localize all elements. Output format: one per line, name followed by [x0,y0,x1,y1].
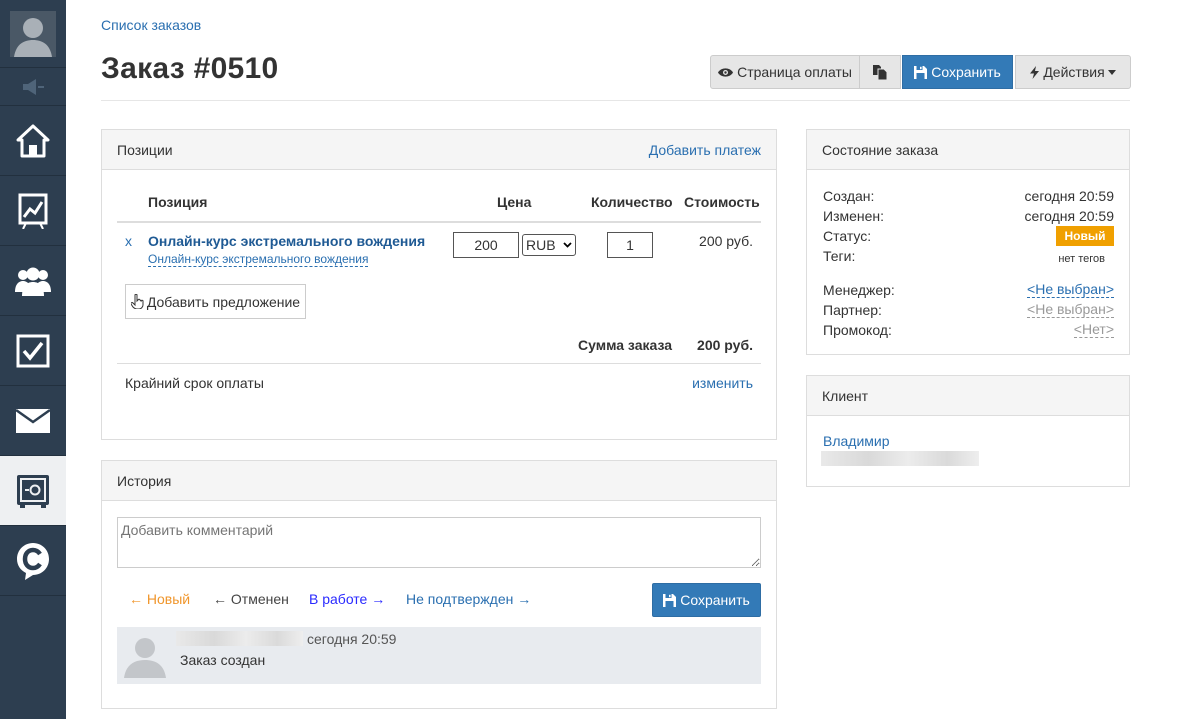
copy-button[interactable] [860,55,901,89]
history-save-button[interactable]: Сохранить [652,583,761,617]
status-badge[interactable]: Новый [1056,226,1114,246]
hand-pointer-icon [130,294,144,309]
remove-position-button[interactable]: x [125,233,132,249]
client-title: Клиент [822,387,869,404]
chart-icon [18,193,48,229]
add-offer-button[interactable]: Добавить предложение [125,284,306,319]
mail-icon [16,408,50,433]
chevron-down-icon [563,242,572,248]
history-save-label: Сохранить [680,592,750,608]
quantity-input[interactable]: 1 [607,232,653,258]
c-logo-icon [17,542,49,580]
payment-deadline-label: Крайний срок оплаты [125,375,264,391]
changed-label: Изменен: [823,208,885,224]
floppy-icon [914,65,928,79]
sidebar [0,0,66,719]
header-toolbar: Страница оплаты Сохранить Действия [710,55,1131,89]
changed-value: сегодня 20:59 [1024,208,1114,224]
status-in-work-link[interactable]: В работе → [309,591,385,607]
position-name-link[interactable]: Онлайн-курс экстремального вождения [148,233,425,249]
breadcrumb-orders-list[interactable]: Список заказов [101,17,201,33]
order-state-header: Состояние заказа [807,130,1129,170]
sidebar-item-brand[interactable] [0,526,66,596]
tags-label: Теги: [823,248,856,264]
change-deadline-link[interactable]: изменить [692,375,753,391]
column-quantity: Количество [591,194,673,210]
client-contact-redacted [821,451,979,466]
user-avatar-icon [10,10,56,57]
partner-label: Партнер: [823,302,882,318]
sidebar-item-tasks[interactable] [0,316,66,386]
position-cost: 200 руб. [699,233,753,249]
history-entry: сегодня 20:59 Заказ создан [117,627,761,684]
home-icon [16,124,50,157]
save-label: Сохранить [931,64,1001,80]
caret-down-icon [1107,69,1116,75]
floppy-icon [663,593,677,607]
actions-dropdown[interactable]: Действия [1015,55,1131,89]
position-offer-link[interactable]: Онлайн-курс экстремального вождения [148,252,369,267]
client-panel-header: Клиент [807,376,1129,416]
order-total-label: Сумма заказа [578,337,673,353]
history-title: История [117,472,172,489]
positions-title: Позиции [117,141,173,158]
manager-select-link[interactable]: <Не выбран> [1027,282,1114,298]
payment-page-label: Страница оплаты [737,64,852,80]
history-panel: История ← Новый ← Отменен В работе → Не … [101,460,777,709]
comment-textarea[interactable] [117,517,761,568]
status-unconfirmed-link[interactable]: Не подтвержден → [406,591,531,607]
partner-select-link[interactable]: <Не выбран> [1027,302,1114,318]
actions-label: Действия [1043,64,1105,80]
client-name-link[interactable]: Владимир [823,433,890,449]
positions-panel: Позиции Добавить платеж Позиция Цена Кол… [101,129,777,440]
sidebar-item-home[interactable] [0,106,66,176]
payment-page-button[interactable]: Страница оплаты [710,55,860,89]
status-cancelled-link[interactable]: ← Отменен [213,591,289,607]
checkbox-icon [16,334,50,367]
price-input[interactable]: 200 [453,232,519,258]
history-entry-time: сегодня 20:59 [307,631,397,647]
add-payment-link[interactable]: Добавить платеж [649,142,761,158]
bolt-icon [1030,65,1040,79]
order-state-panel: Состояние заказа Создан: сегодня 20:59 И… [806,129,1130,355]
promo-select-link[interactable]: <Нет> [1073,322,1114,338]
avatar [124,638,166,678]
promo-label: Промокод: [823,322,892,338]
sidebar-item-mail[interactable] [0,386,66,456]
title-divider [101,100,1130,101]
client-panel: Клиент Владимир [806,375,1130,487]
created-label: Создан: [823,188,875,204]
author-name-redacted [176,631,303,646]
history-entry-text: Заказ создан [180,652,266,668]
table-header-divider [117,221,761,223]
manager-label: Менеджер: [823,282,895,298]
currency-select[interactable]: RUB [522,234,576,256]
created-value: сегодня 20:59 [1024,188,1114,204]
sidebar-item-users[interactable] [0,246,66,316]
currency-value: RUB [526,237,556,253]
column-price: Цена [497,194,532,210]
save-button[interactable]: Сохранить [902,55,1013,89]
safe-icon [17,474,49,508]
copy-icon [873,64,887,80]
megaphone-icon [23,78,44,95]
order-state-title: Состояние заказа [822,141,939,158]
page-title: Заказ #0510 [101,52,279,85]
column-position: Позиция [148,194,208,210]
status-new-link[interactable]: ← Новый [129,591,190,607]
column-cost: Стоимость [684,194,760,210]
sidebar-item-orders[interactable] [0,456,66,526]
total-divider [117,363,761,364]
add-offer-label: Добавить предложение [146,293,301,310]
positions-panel-header: Позиции Добавить платеж [102,130,776,170]
sidebar-item-announcements[interactable] [0,68,66,106]
status-label: Статус: [823,228,872,244]
order-total-value: 200 руб. [697,337,753,353]
eye-icon [718,67,734,77]
users-icon [15,267,51,296]
sidebar-item-analytics[interactable] [0,176,66,246]
history-panel-header: История [102,461,776,501]
tags-value: нет тегов [1058,253,1105,265]
sidebar-item-profile[interactable] [0,0,66,68]
